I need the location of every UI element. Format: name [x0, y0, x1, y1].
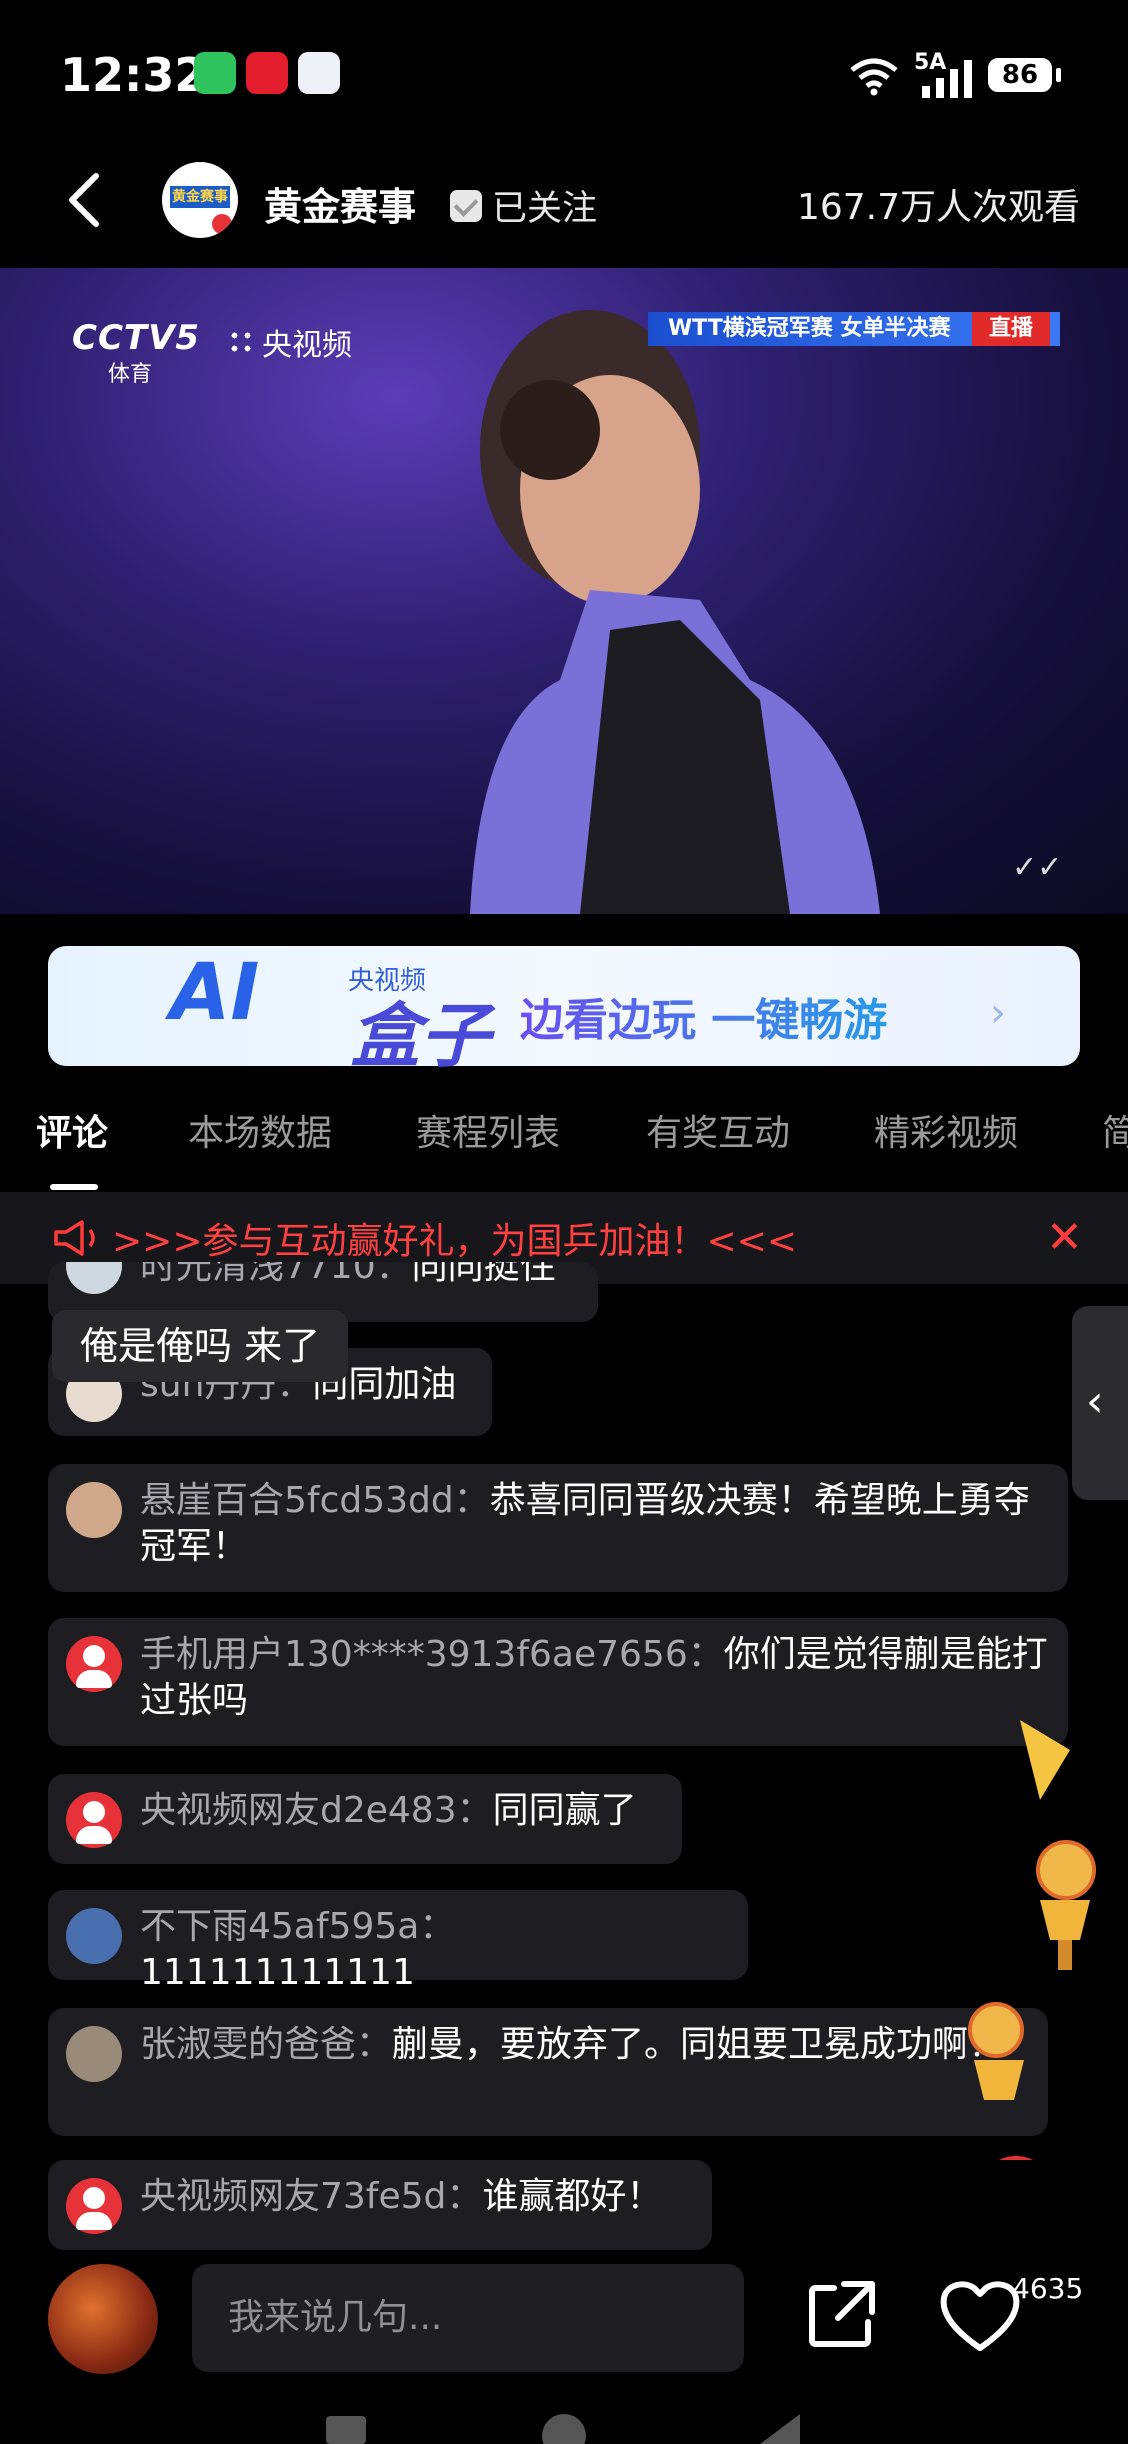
ad-slogan: 边看边玩 一键畅游 — [520, 984, 887, 1048]
comment-item: 央视频网友d2e483：同同赢了 — [48, 1774, 682, 1864]
user-avatar — [66, 2026, 122, 2082]
comment-text: 谁赢都好！ — [482, 2176, 663, 2217]
tab-comments[interactable]: 评论 — [36, 1104, 108, 1156]
like-count: 4635 — [1012, 2272, 1084, 2305]
user-avatar — [66, 1908, 122, 1964]
comment-user: 时光清浅7710： — [140, 1262, 412, 1287]
speaker-icon — [54, 1220, 95, 1256]
check-icon — [450, 189, 482, 222]
comment-input[interactable]: 我来说几句... — [192, 2264, 744, 2372]
wechat-notification-icon — [194, 52, 236, 94]
comment-item: 央视频网友73fe5d：谁赢都好！ — [48, 2160, 712, 2250]
comment-user: 央视频网友73fe5d： — [140, 2176, 483, 2217]
app-notification-icon-2 — [298, 52, 340, 94]
comment-user: 央视频网友d2e483： — [140, 1790, 493, 1831]
user-avatar — [66, 1262, 122, 1294]
yangshipin-label: 央视频 — [262, 328, 352, 363]
comment-text: 同同挺住 — [411, 1262, 556, 1287]
tab-match-data[interactable]: 本场数据 — [188, 1104, 332, 1156]
comment-item: 悬崖百合5fcd53dd：恭喜同同晋级决赛！希望晚上勇夺冠军！ — [48, 1464, 1068, 1592]
comment-text: 111111111111 — [140, 1952, 415, 1993]
comment-text: 蒯曼，要放弃了。同姐要卫冕成功啊！ — [392, 2024, 1005, 2065]
tab-bar: 评论 本场数据 赛程列表 有奖互动 精彩视频 简 — [0, 1082, 1128, 1192]
app-notification-icon — [246, 52, 288, 94]
default-user-icon — [66, 2178, 122, 2234]
my-avatar[interactable] — [48, 2264, 158, 2374]
wifi-icon — [850, 58, 898, 96]
signal-icon — [922, 60, 972, 98]
comment-text: 同同赢了 — [492, 1790, 637, 1831]
active-tab-indicator — [50, 1184, 98, 1190]
share-icon[interactable] — [804, 2276, 880, 2352]
comment-item: 不下雨45af595a： 111111111111 — [48, 1890, 748, 1993]
comment-item: 手机用户130****3913f6ae7656：你们是觉得蒯是能打过张吗 — [48, 1618, 1068, 1746]
tab-interaction[interactable]: 有奖互动 — [646, 1104, 790, 1156]
channel-avatar[interactable]: 黄金赛事 — [162, 162, 238, 238]
user-avatar — [66, 1482, 122, 1538]
avatar-logo-text: 黄金赛事 — [170, 186, 230, 208]
tab-highlights[interactable]: 精彩视频 — [874, 1104, 1018, 1156]
yangshipin-icon — [228, 329, 254, 355]
heart-icon[interactable] — [938, 2278, 1022, 2354]
comment-user: 手机用户130****3913f6ae7656： — [140, 1634, 724, 1675]
live-dot — [212, 214, 232, 234]
video-frame-player — [470, 310, 880, 914]
wtt-watermark-icon: ✓✓ — [1012, 850, 1063, 885]
back-arrow-icon[interactable] — [60, 170, 110, 230]
system-nav-bar — [326, 2414, 800, 2444]
close-icon[interactable]: ✕ — [1046, 1212, 1083, 1263]
follow-button[interactable]: 已关注 — [450, 180, 597, 231]
cctv-logo: CCTV5 — [72, 318, 201, 358]
ad-ai-text: AI — [170, 948, 260, 1038]
channel-name[interactable]: 黄金赛事 — [264, 176, 416, 231]
yangshipin-logo: 央视频 — [228, 320, 352, 364]
chevron-left-icon: ‹ — [1086, 1376, 1104, 1427]
default-user-icon — [66, 1636, 122, 1692]
ad-chevron-icon: › — [990, 990, 1006, 1036]
follow-label: 已关注 — [492, 189, 598, 229]
ad-box-text: 盒子 — [350, 995, 490, 1077]
view-count: 167.7万人次观看 — [796, 187, 1080, 228]
status-time: 12:32 — [60, 48, 207, 102]
tab-schedule[interactable]: 赛程列表 — [416, 1104, 560, 1156]
comment-user: 张淑雯的爸爸： — [140, 2024, 393, 2065]
live-badge: 直播 — [972, 312, 1050, 346]
danmaku-popup: 俺是俺吗 来了 — [52, 1310, 349, 1382]
comment-user: 不下雨45af595a： — [140, 1906, 456, 1947]
tab-more[interactable]: 简 — [1102, 1104, 1128, 1156]
battery-cap — [1056, 68, 1061, 82]
cctv-sublabel: 体育 — [108, 362, 153, 387]
comment-user: 悬崖百合5fcd53dd： — [140, 1480, 490, 1521]
comment-item: 张淑雯的爸爸：蒯曼，要放弃了。同姐要卫冕成功啊！ — [48, 2008, 1048, 2136]
battery-icon: 86 — [988, 58, 1052, 92]
default-user-icon — [66, 1792, 122, 1848]
notice-text: >>>参与互动赢好礼，为国乒加油！<<< — [112, 1221, 797, 1262]
trophy-animation-icon — [968, 1720, 1096, 2160]
